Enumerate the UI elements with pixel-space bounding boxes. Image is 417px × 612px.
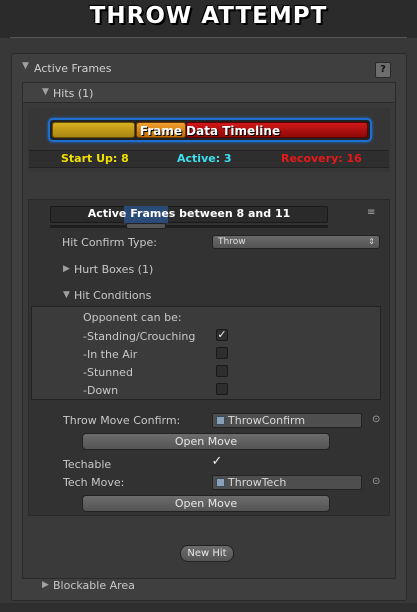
blockable-area-label[interactable]: Blockable Area xyxy=(53,579,135,592)
menu-icon[interactable]: ≡ xyxy=(367,207,375,218)
timeline-title: Frame Data Timeline xyxy=(139,124,281,138)
condition-air-checkbox[interactable] xyxy=(216,347,228,359)
object-picker-icon[interactable]: ⊙ xyxy=(372,476,380,487)
condition-stunned-checkbox[interactable] xyxy=(216,365,228,377)
condition-stunned-label: -Stunned xyxy=(83,366,133,379)
help-button[interactable]: ? xyxy=(375,62,391,78)
techable-label: Techable xyxy=(63,458,112,471)
header-divider xyxy=(10,37,407,38)
hits-foldout-icon[interactable]: ▼ xyxy=(42,87,49,97)
open-tech-move-button[interactable]: Open Move xyxy=(82,495,330,512)
throw-move-confirm-field[interactable]: ThrowConfirm xyxy=(212,413,362,428)
asset-icon xyxy=(216,416,225,425)
condition-standing-label: -Standing/Crouching xyxy=(83,330,196,343)
new-hit-button[interactable]: New Hit xyxy=(180,545,234,562)
bottom-strip xyxy=(0,603,417,612)
hurt-boxes-label[interactable]: Hurt Boxes (1) xyxy=(74,263,153,276)
select-arrow-icon: ⇕ xyxy=(368,237,375,246)
object-picker-icon[interactable]: ⊙ xyxy=(372,414,380,425)
opponent-label: Opponent can be: xyxy=(83,311,182,324)
techable-checkbox[interactable]: ✓ xyxy=(211,455,223,469)
active-frames-range-label: Active Frames between 8 and 11 xyxy=(87,207,291,220)
recovery-stat: Recovery: 16 xyxy=(281,152,362,165)
blockable-area-foldout-icon[interactable]: ▶ xyxy=(42,580,49,590)
tech-move-value: ThrowTech xyxy=(228,476,287,489)
tech-move-label: Tech Move: xyxy=(63,476,125,489)
condition-standing-checkbox[interactable]: ✓ xyxy=(216,329,228,341)
hit-confirm-type-value: Throw xyxy=(218,237,246,247)
startup-stat: Start Up: 8 xyxy=(61,152,129,165)
page-title: THROW ATTEMPT xyxy=(89,3,328,29)
tech-move-field[interactable]: ThrowTech xyxy=(212,475,362,490)
hit-confirm-type-select[interactable]: Throw ⇕ xyxy=(212,235,380,249)
condition-down-label: -Down xyxy=(83,384,119,397)
condition-air-label: -In the Air xyxy=(83,348,138,361)
hit-conditions-label[interactable]: Hit Conditions xyxy=(74,289,151,302)
active-frames-slider-handle[interactable] xyxy=(126,223,166,229)
condition-down-checkbox[interactable] xyxy=(216,383,228,395)
hurt-boxes-foldout-icon[interactable]: ▶ xyxy=(63,264,70,274)
throw-move-confirm-value: ThrowConfirm xyxy=(228,414,306,427)
active-frames-label[interactable]: Active Frames xyxy=(34,62,112,75)
active-stat: Active: 3 xyxy=(177,152,232,165)
hit-confirm-type-label: Hit Confirm Type: xyxy=(62,236,157,249)
open-throw-confirm-move-button[interactable]: Open Move xyxy=(82,433,330,450)
asset-icon xyxy=(216,478,225,487)
hits-label[interactable]: Hits (1) xyxy=(53,87,93,100)
throw-move-confirm-label: Throw Move Confirm: xyxy=(63,414,181,427)
active-frames-slider-track[interactable] xyxy=(50,225,328,228)
hit-conditions-foldout-icon[interactable]: ▼ xyxy=(63,290,70,300)
active-frames-foldout-icon[interactable]: ▼ xyxy=(22,61,29,71)
